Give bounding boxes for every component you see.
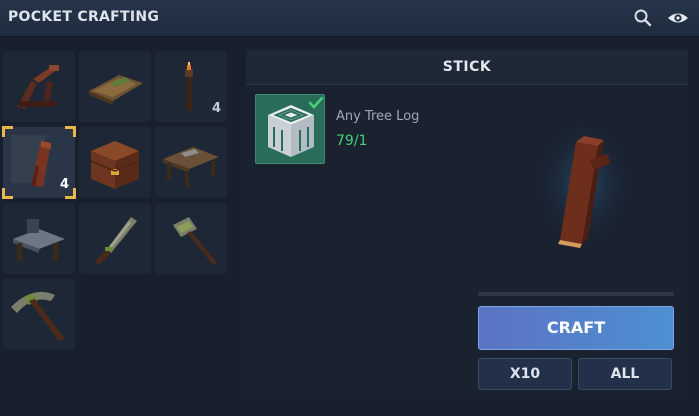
recipe-slot-stick[interactable]: 4 xyxy=(2,126,76,199)
recipe-count: 4 xyxy=(211,101,221,116)
wooden-raft-icon xyxy=(89,75,143,105)
search-icon[interactable] xyxy=(633,8,653,28)
stick-preview-icon xyxy=(534,125,634,255)
stone-pickaxe-icon xyxy=(11,291,65,341)
wooden-chest-icon xyxy=(90,141,140,189)
recipe-slot-catapult[interactable] xyxy=(3,51,75,122)
catapult-icon xyxy=(17,65,59,109)
craft-x10-button[interactable]: X10 xyxy=(478,358,572,390)
recipe-slot-torch[interactable]: 4 xyxy=(155,51,227,122)
craft-all-button[interactable]: ALL xyxy=(578,358,672,390)
ingredient-slot[interactable] xyxy=(255,94,325,164)
recipe-count: 4 xyxy=(59,177,69,192)
recipe-slot-anvil-bench[interactable] xyxy=(3,203,75,274)
craft-progress-bar xyxy=(478,292,674,296)
eye-icon[interactable] xyxy=(666,8,690,28)
stone-hammer-icon xyxy=(173,217,217,265)
tree-log-icon xyxy=(268,105,314,157)
crafting-bench-icon xyxy=(163,147,219,187)
recipe-slot-wooden-chest[interactable] xyxy=(79,127,151,198)
recipe-slot-stone-hammer[interactable] xyxy=(155,203,227,274)
window-title: POCKET CRAFTING xyxy=(8,9,160,25)
craft-button[interactable]: CRAFT xyxy=(478,306,674,350)
recipe-slot-wooden-raft[interactable] xyxy=(79,51,151,122)
recipe-detail-panel: STICK Any Tree Log 79/1 CRAFT X10 ALL xyxy=(246,50,688,400)
anvil-bench-icon xyxy=(13,219,65,261)
ingredient-name: Any Tree Log xyxy=(336,109,420,124)
recipe-title: STICK xyxy=(246,50,688,85)
recipe-slot-stone-pickaxe[interactable] xyxy=(3,279,75,350)
recipe-slot-crafting-bench[interactable] xyxy=(155,127,227,198)
title-bar: POCKET CRAFTING xyxy=(0,0,699,37)
ingredient-quantity: 79/1 xyxy=(336,133,368,149)
stone-knife-icon xyxy=(95,217,137,265)
recipe-slot-stone-knife[interactable] xyxy=(79,203,151,274)
